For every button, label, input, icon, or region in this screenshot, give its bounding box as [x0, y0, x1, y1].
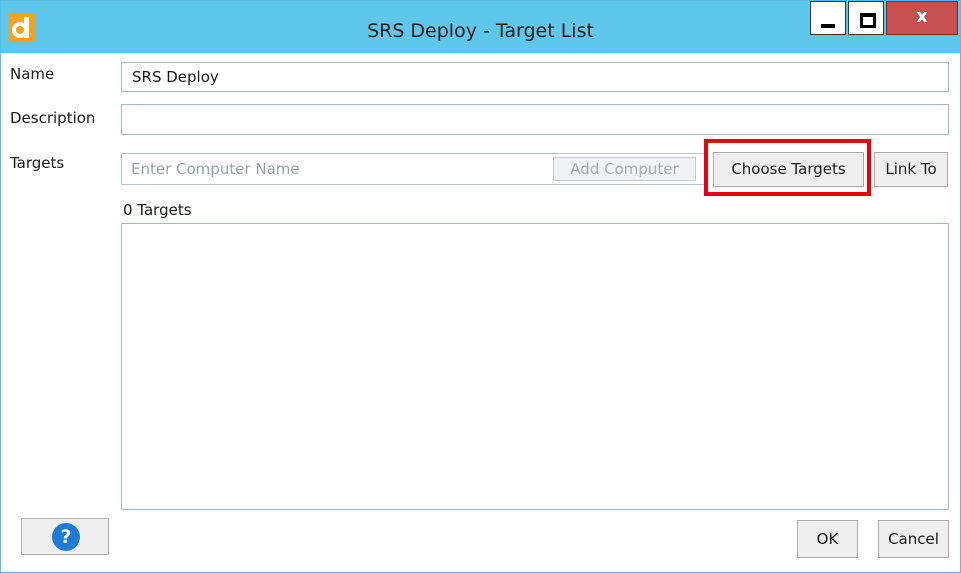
description-label: Description	[10, 109, 96, 127]
minimize-button[interactable]	[810, 1, 846, 35]
add-computer-button[interactable]: Add Computer	[553, 157, 696, 181]
close-button[interactable]: x	[886, 1, 958, 35]
ok-button[interactable]: OK	[797, 520, 858, 558]
target-list-dialog: SRS Deploy - Target List x Name Descript…	[0, 0, 961, 573]
choose-targets-button[interactable]: Choose Targets	[713, 152, 864, 187]
cancel-button[interactable]: Cancel	[878, 520, 949, 558]
name-label: Name	[10, 65, 55, 83]
title-bar[interactable]: SRS Deploy - Target List x	[1, 1, 960, 53]
targets-count: 0 Targets	[123, 201, 192, 219]
maximize-icon	[860, 13, 876, 28]
description-input[interactable]	[121, 104, 949, 135]
help-icon: ?	[52, 523, 80, 551]
help-button[interactable]: ?	[21, 518, 109, 555]
name-input[interactable]	[121, 62, 949, 92]
computer-name-input[interactable]	[122, 154, 552, 184]
link-to-button[interactable]: Link To	[874, 152, 948, 187]
targets-label: Targets	[10, 154, 65, 172]
targets-list[interactable]	[121, 223, 949, 510]
minimize-icon	[821, 24, 835, 28]
close-icon: x	[916, 6, 928, 27]
maximize-button[interactable]	[848, 1, 884, 35]
computer-name-box: Add Computer	[121, 153, 707, 185]
